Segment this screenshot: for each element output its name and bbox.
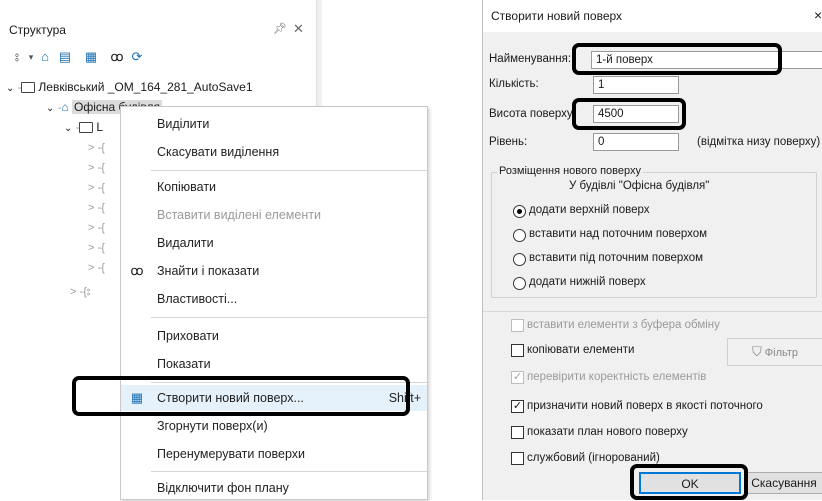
radio-insert-above-label: вставити над поточним поверхом bbox=[529, 228, 708, 240]
name-label: Найменування: bbox=[489, 53, 572, 65]
checkbox-copy-elements[interactable] bbox=[511, 344, 524, 357]
menu-item-label: Перенумерувати поверхи bbox=[157, 447, 306, 461]
menu-item-disable-background[interactable]: Відключити фон плану bbox=[121, 475, 427, 501]
menu-item-label: Знайти і показати bbox=[157, 264, 260, 278]
dialog-title: Створити новий поверх bbox=[491, 9, 623, 23]
radio-add-top-label: додати верхній поверх bbox=[529, 204, 650, 216]
tree-child-row[interactable]: > -{⦂ bbox=[70, 282, 90, 300]
checkbox-service[interactable] bbox=[511, 452, 524, 465]
filter-icon: ⛉ bbox=[751, 344, 762, 359]
pin-icon[interactable]: 📌︎ bbox=[273, 22, 287, 35]
menu-item-label: Виділити bbox=[157, 117, 210, 131]
menu-item-select[interactable]: Виділити bbox=[121, 111, 427, 137]
tree-child-row[interactable]: > -{ bbox=[88, 138, 105, 156]
menu-item-delete[interactable]: Видалити bbox=[121, 230, 427, 256]
menu-item-label: Властивості... bbox=[157, 292, 238, 306]
tree-child-row[interactable]: > -{ bbox=[88, 238, 105, 256]
menu-item-copy[interactable]: Копіювати bbox=[121, 174, 427, 200]
structure-toolbar: ⦂ ▾ ⌂ ▤ ▦ ꝏ ⟳ bbox=[8, 48, 308, 70]
structure-panel-header: Структура 📌︎ ✕ bbox=[1, 21, 316, 44]
menu-item-collapse-floors[interactable]: Згорнути поверх(и) bbox=[121, 413, 427, 439]
highlight-frame bbox=[572, 43, 782, 75]
menu-item-hide[interactable]: Приховати bbox=[121, 323, 427, 349]
refresh-icon[interactable]: ⟳ bbox=[128, 48, 146, 66]
tree-child-row[interactable]: > -{ bbox=[88, 178, 105, 196]
dialog-titlebar: Створити новий поверх × bbox=[483, 0, 822, 32]
menu-item-renumber-floors[interactable]: Перенумерувати поверхи bbox=[121, 441, 427, 467]
height-label: Висота поверху: bbox=[489, 108, 576, 120]
panel-title: Структура bbox=[9, 23, 66, 37]
binoculars-icon: ꝏ bbox=[130, 263, 144, 278]
menu-item-deselect[interactable]: Скасувати виділення bbox=[121, 139, 427, 165]
level-label: Рівень: bbox=[489, 136, 528, 148]
menu-item-show[interactable]: Показати bbox=[121, 351, 427, 377]
menu-item-label: Видалити bbox=[157, 236, 214, 250]
highlight-frame bbox=[72, 376, 410, 416]
radio-add-bottom[interactable] bbox=[513, 277, 526, 290]
binoculars-icon[interactable]: ꝏ bbox=[108, 48, 126, 66]
cancel-button[interactable]: Скасування bbox=[745, 472, 822, 494]
menu-item-properties[interactable]: Властивості... bbox=[121, 286, 427, 312]
menu-item-label: Показати bbox=[157, 357, 211, 371]
checkbox-check-correctness: ✓ bbox=[511, 371, 524, 384]
checkbox-service-label: службовий (ігнорований) bbox=[527, 452, 660, 464]
project-label: Левківський _OM_164_281_AutoSave1 bbox=[38, 80, 253, 94]
menu-item-label: Відключити фон плану bbox=[157, 481, 289, 495]
count-field[interactable]: 1 bbox=[593, 76, 679, 94]
checkbox-set-current[interactable]: ✓ bbox=[511, 400, 524, 413]
tree-child-row[interactable]: > -{ bbox=[88, 198, 105, 216]
menu-item-label: Приховати bbox=[157, 329, 219, 343]
level-field[interactable]: 0 bbox=[593, 133, 679, 151]
radio-add-top[interactable] bbox=[513, 205, 526, 218]
highlight-frame bbox=[630, 464, 748, 500]
floor-icon[interactable]: ▤ bbox=[56, 48, 74, 66]
tree-project-row[interactable]: ⌄ - Левківський _OM_164_281_AutoSave1 bbox=[6, 78, 253, 96]
floor-folder-icon bbox=[79, 122, 94, 134]
tree-floor-row[interactable]: ⌄ -L bbox=[64, 118, 103, 136]
project-icon bbox=[21, 82, 36, 94]
placement-subtitle: У будівлі "Офісна будівля" bbox=[569, 180, 710, 192]
checkbox-paste-clipboard-label: вставити елементи з буфера обміну bbox=[527, 319, 720, 331]
menu-item-label: Скасувати виділення bbox=[157, 145, 280, 159]
checkbox-set-current-label: призначити новий поверх в якості поточно… bbox=[527, 400, 763, 412]
filter-button: ⛉ Фільтр bbox=[727, 338, 822, 366]
checkbox-copy-elements-label: копіювати елементи bbox=[527, 344, 635, 356]
menu-item-paste-selected: Вставити виділені елементи bbox=[121, 202, 427, 228]
menu-separator bbox=[151, 471, 427, 472]
filter-button-label: Фільтр bbox=[764, 347, 799, 359]
menu-separator bbox=[151, 317, 427, 318]
level-note: (відмітка низу поверху) bbox=[697, 136, 821, 148]
menu-item-label: Згорнути поверх(и) bbox=[157, 419, 268, 433]
chevron-down-icon[interactable]: ⌄ bbox=[6, 83, 14, 94]
tree-child-row[interactable]: > -{ bbox=[88, 258, 105, 276]
chevron-down-icon[interactable]: ⌄ bbox=[64, 123, 72, 134]
radio-insert-below-label: вставити під поточним поверхом bbox=[529, 252, 704, 264]
dialog-separator bbox=[483, 311, 822, 312]
checkbox-check-correctness-label: перевірити коректність елементів bbox=[527, 371, 707, 383]
menu-item-label: Вставити виділені елементи bbox=[157, 208, 321, 222]
close-icon[interactable]: × bbox=[814, 7, 822, 23]
close-icon[interactable]: ✕ bbox=[293, 21, 304, 37]
floor-label: L bbox=[96, 120, 104, 134]
new-floor-icon[interactable]: ▦ bbox=[82, 48, 100, 66]
checkbox-paste-clipboard bbox=[511, 319, 524, 332]
menu-item-label: Копіювати bbox=[157, 180, 217, 194]
chevron-down-icon[interactable]: ⌄ bbox=[46, 103, 54, 114]
count-label: Кількість: bbox=[489, 78, 539, 90]
highlight-frame bbox=[572, 98, 686, 130]
radio-insert-above[interactable] bbox=[513, 229, 526, 242]
create-floor-dialog: Створити новий поверх × Найменування: 1-… bbox=[482, 0, 822, 500]
radio-insert-below[interactable] bbox=[513, 253, 526, 266]
placement-group-title: Розміщення нового поверху bbox=[497, 165, 643, 177]
radio-add-bottom-label: додати нижній поверх bbox=[529, 276, 646, 288]
tree-child-row[interactable]: > -{ bbox=[88, 158, 105, 176]
checkbox-show-plan[interactable] bbox=[511, 426, 524, 439]
menu-item-find-show[interactable]: ꝏ Знайти і показати bbox=[121, 258, 427, 284]
menu-separator bbox=[151, 170, 427, 171]
context-menu: Виділити Скасувати виділення Копіювати В… bbox=[120, 106, 428, 500]
building-icon[interactable]: ⌂ bbox=[36, 48, 54, 66]
checkbox-show-plan-label: показати план нового поверху bbox=[527, 426, 688, 438]
tree-child-row[interactable]: > -{ bbox=[88, 218, 105, 236]
building-icon: ⌂ bbox=[61, 100, 69, 114]
